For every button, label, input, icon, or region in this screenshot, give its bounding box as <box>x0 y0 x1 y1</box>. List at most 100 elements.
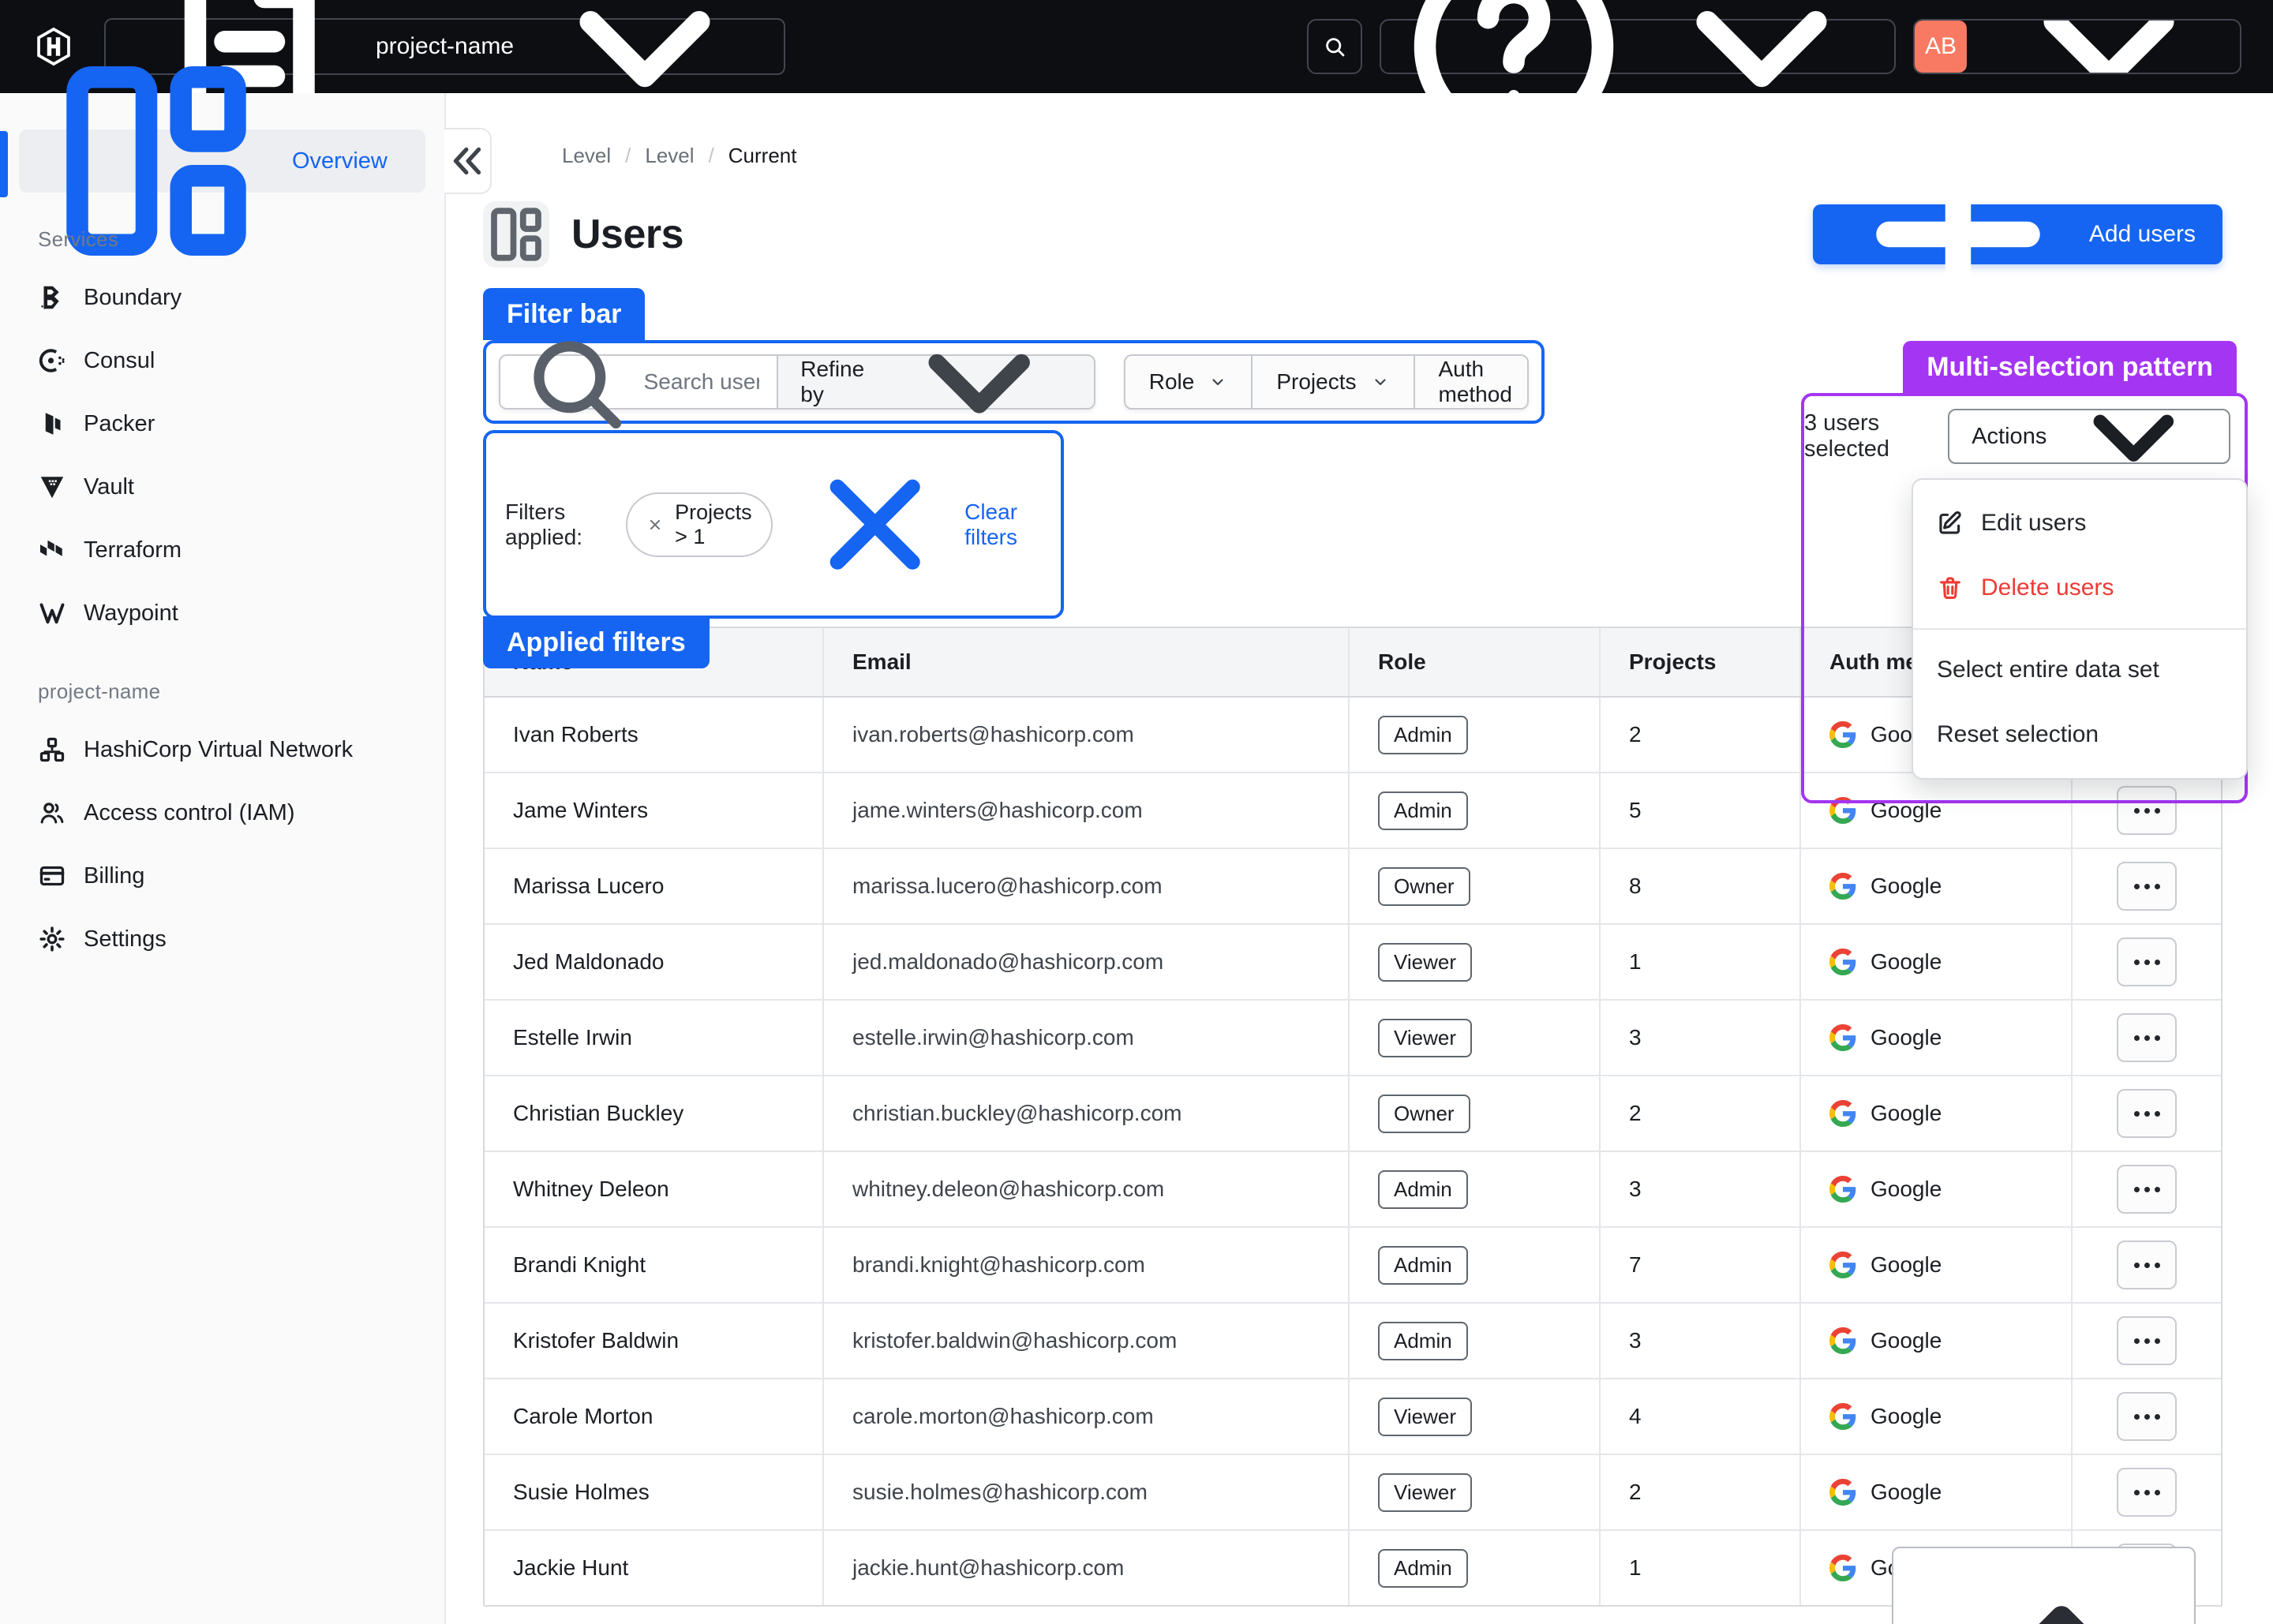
table-row: Carole Mortoncarole.morton@hashicorp.com… <box>485 1378 2221 1454</box>
cell-projects: 2 <box>1599 1455 1799 1529</box>
selection-toolbar: 3 users selected Actions <box>1804 396 2245 464</box>
cell-actions <box>2071 849 2221 923</box>
sidebar: Overview Services BoundaryConsulPackerVa… <box>0 93 446 1624</box>
x-icon <box>646 516 664 533</box>
filter-dropdown-projects[interactable]: Projects <box>1251 356 1413 408</box>
items-per-page-stepper[interactable]: 12 <box>1892 1547 2196 1624</box>
sidebar-item-label: Consul <box>84 348 155 374</box>
auth-provider-label: Google <box>1870 1328 1942 1353</box>
cell-projects: 8 <box>1599 849 1799 923</box>
filter-chips: Projects > 1 <box>626 492 773 557</box>
cell-name: Jed Maldonado <box>485 925 822 999</box>
search-field <box>499 354 777 410</box>
row-more-options-button[interactable] <box>2117 1240 2177 1289</box>
cell-name: Susie Holmes <box>485 1455 822 1529</box>
row-more-options-button[interactable] <box>2117 937 2177 986</box>
cell-email: jed.maldonado@hashicorp.com <box>822 925 1348 999</box>
add-users-button[interactable]: Add users <box>1813 204 2222 264</box>
sidebar-item-settings[interactable]: Settings <box>19 907 425 971</box>
cell-name: Carole Morton <box>485 1379 822 1454</box>
cell-name: Ivan Roberts <box>485 698 822 772</box>
cell-role: Viewer <box>1348 1001 1599 1075</box>
google-icon <box>1829 1252 1856 1278</box>
row-more-options-button[interactable] <box>2117 1468 2177 1517</box>
sidebar-item-billing[interactable]: Billing <box>19 844 425 907</box>
users-icon <box>38 799 66 827</box>
row-more-options-button[interactable] <box>2117 1013 2177 1062</box>
sidebar-item-waypoint[interactable]: Waypoint <box>19 582 425 645</box>
breadcrumb-separator: / <box>625 144 631 168</box>
role-badge: Admin <box>1378 1170 1468 1209</box>
row-more-options-button[interactable] <box>2117 1165 2177 1214</box>
row-more-options-button[interactable] <box>2117 1316 2177 1365</box>
sidebar-item-hashicorp-virtual-network[interactable]: HashiCorp Virtual Network <box>19 718 425 781</box>
sidebar-item-vault[interactable]: Vault <box>19 455 425 518</box>
top-navigation-bar: project-name AB <box>0 0 2273 93</box>
cell-role: Viewer <box>1348 1455 1599 1529</box>
actions-button[interactable]: Actions <box>1948 409 2230 464</box>
cell-email: christian.buckley@hashicorp.com <box>822 1076 1348 1151</box>
filter-dropdown-role[interactable]: Role <box>1125 356 1252 408</box>
table-row: Jed Maldonadojed.maldonado@hashicorp.com… <box>485 923 2221 999</box>
boundary-icon <box>38 283 66 312</box>
auth-provider-label: Google <box>1870 1252 1942 1278</box>
search-users-input[interactable] <box>644 369 760 395</box>
clear-filters-button[interactable]: Clear filters <box>793 443 1042 606</box>
filter-dropdown-auth-method[interactable]: Auth method <box>1414 356 1530 408</box>
cell-projects: 3 <box>1599 1304 1799 1378</box>
sidebar-collapse-button[interactable] <box>444 128 492 194</box>
cell-projects: 1 <box>1599 925 1799 999</box>
help-menu-button[interactable] <box>1380 19 1896 74</box>
menu-item-delete-users[interactable]: Delete users <box>1913 556 2246 620</box>
breadcrumb-item: Current <box>728 144 797 168</box>
menu-item-select-entire-data-set[interactable]: Select entire data set <box>1913 638 2246 702</box>
row-more-options-button[interactable] <box>2117 1089 2177 1138</box>
chevron-down-icon <box>1208 372 1227 391</box>
column-header-email: Email <box>822 628 1348 696</box>
sidebar-item-terraform[interactable]: Terraform <box>19 518 425 582</box>
page-header: Users Add users <box>483 201 2222 268</box>
role-badge: Viewer <box>1378 1473 1472 1512</box>
breadcrumb-item[interactable]: Level <box>562 144 611 168</box>
main-content: Level / Level / Current Users Add users Filt… <box>446 93 2273 1624</box>
cell-auth-method: Google <box>1799 1152 2071 1226</box>
global-search-button[interactable] <box>1307 19 1362 74</box>
google-icon <box>1829 873 1856 900</box>
chevron-down-icon <box>1978 19 2240 74</box>
sidebar-item-label: Terraform <box>84 537 182 563</box>
filter-chip[interactable]: Projects > 1 <box>626 492 773 557</box>
cell-role: Admin <box>1348 698 1599 772</box>
sidebar-item-overview[interactable]: Overview <box>19 129 425 193</box>
filter-bar: Refine by RoleProjectsAuth method <box>483 340 1545 424</box>
sidebar-item-packer[interactable]: Packer <box>19 392 425 455</box>
up-down-icon <box>1943 1558 2180 1624</box>
row-more-options-button[interactable] <box>2117 862 2177 911</box>
role-badge: Viewer <box>1378 1019 1472 1057</box>
menu-item-edit-users[interactable]: Edit users <box>1913 491 2246 556</box>
cell-actions <box>2071 1152 2221 1226</box>
breadcrumb-item[interactable]: Level <box>645 144 694 168</box>
cell-email: marissa.lucero@hashicorp.com <box>822 849 1348 923</box>
refine-by-button[interactable]: Refine by <box>777 354 1095 410</box>
cell-actions <box>2071 1304 2221 1378</box>
sidebar-item-consul[interactable]: Consul <box>19 329 425 392</box>
row-more-options-button[interactable] <box>2117 1392 2177 1441</box>
cell-email: carole.morton@hashicorp.com <box>822 1379 1348 1454</box>
auth-provider-label: Google <box>1870 1404 1942 1429</box>
cell-projects: 7 <box>1599 1228 1799 1302</box>
role-badge: Admin <box>1378 1322 1468 1360</box>
cell-actions <box>2071 1379 2221 1454</box>
table-row: Brandi Knightbrandi.knight@hashicorp.com… <box>485 1226 2221 1302</box>
breadcrumb-separator: / <box>709 144 714 168</box>
applied-filters-section: Filters applied: Projects > 1 Clear filt… <box>483 430 1064 619</box>
gear-icon <box>38 925 66 953</box>
sidebar-section-project: project-name <box>38 679 406 704</box>
cell-name: Marissa Lucero <box>485 849 822 923</box>
sidebar-item-access-control-iam-[interactable]: Access control (IAM) <box>19 781 425 844</box>
cell-name: Jame Winters <box>485 773 822 848</box>
cell-role: Admin <box>1348 1531 1599 1605</box>
menu-item-reset-selection[interactable]: Reset selection <box>1913 702 2246 767</box>
google-icon <box>1829 1100 1856 1127</box>
google-icon <box>1829 1327 1856 1354</box>
account-menu-button[interactable]: AB <box>1913 19 2241 74</box>
